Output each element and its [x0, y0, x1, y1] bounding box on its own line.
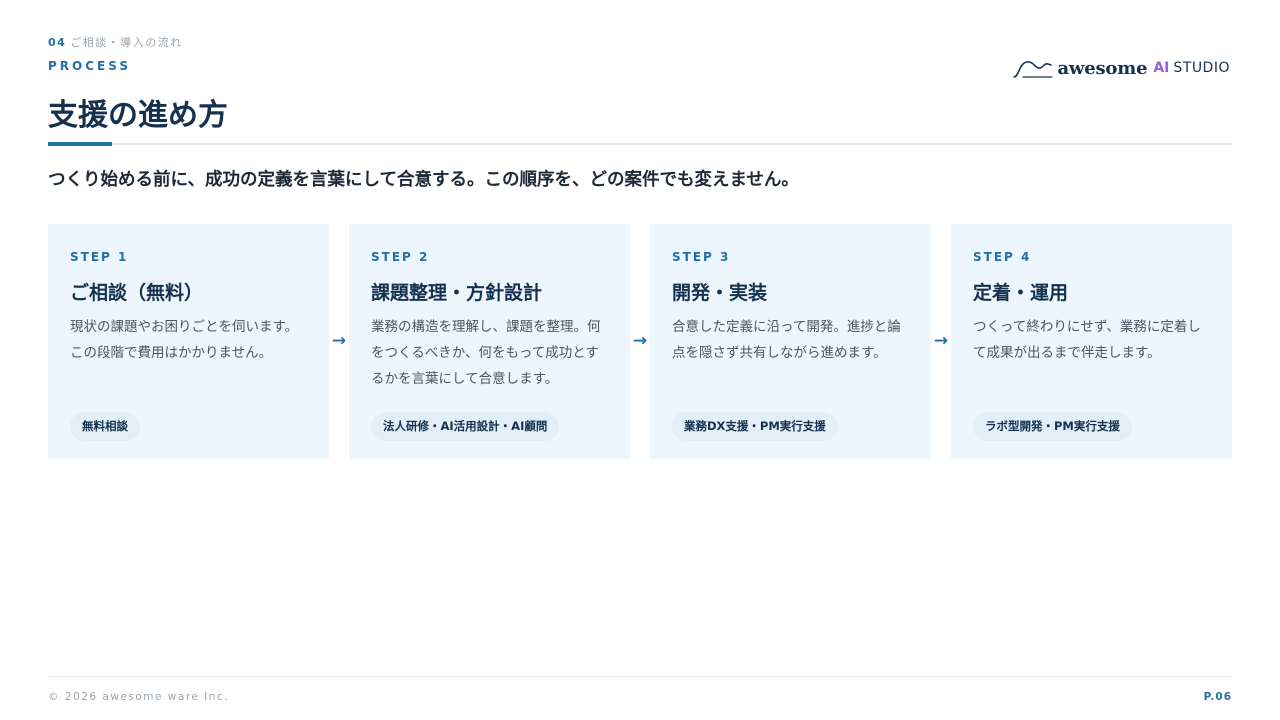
- footer-copyright: © 2026 awesome ware Inc.: [48, 691, 230, 703]
- step-service-tag: ラボ型開発・PM実行支援: [973, 412, 1132, 441]
- step-label: STEP 2: [371, 250, 430, 264]
- step-description: 合意した定義に沿って開発。進捗と論点を隠さず共有しながら進めます。: [672, 319, 901, 361]
- step-service-tag: 法人研修・AI活用設計・AI顧問: [371, 412, 560, 441]
- step-label: STEP 4: [973, 250, 1032, 264]
- company-logo: awesome AI STUDIO: [1013, 56, 1230, 80]
- step-description: 業務の構造を理解し、課題を整理。何をつくるべきか、何をもって成功とするかを言葉に…: [371, 319, 601, 387]
- logo-ai: AI: [1153, 60, 1170, 76]
- footer-divider: [48, 676, 1232, 677]
- process-steps: STEP 1 ご相談（無料） 現状の課題やお困りごとを伺います。この段階で費用は…: [48, 224, 1232, 459]
- step-service-tag: 業務DX支援・PM実行支援: [672, 412, 838, 441]
- page-number: P.06: [1203, 691, 1232, 703]
- logo-studio: STUDIO: [1173, 60, 1230, 76]
- step-card-1: STEP 1 ご相談（無料） 現状の課題やお困りごとを伺います。この段階で費用は…: [48, 224, 329, 459]
- arrow-right-icon: →: [632, 331, 648, 351]
- step-label: STEP 1: [70, 250, 129, 264]
- step-service-tag: 無料相談: [70, 412, 140, 441]
- section-kicker: PROCESS: [48, 59, 131, 73]
- title-divider: [48, 143, 1232, 145]
- step-heading: 開発・実装: [672, 282, 768, 304]
- step-heading: ご相談（無料）: [70, 282, 204, 304]
- page-title: 支援の進め方: [48, 98, 228, 133]
- wave-logo-icon: [1013, 61, 1054, 78]
- step-description: 現状の課題やお困りごとを伺います。この段階で費用はかかりません。: [70, 319, 299, 361]
- section-number: 04: [48, 36, 67, 49]
- lead-statement: つくり始める前に、成功の定義を言葉にして合意する。この順序を、どの案件でも変えま…: [48, 170, 799, 190]
- arrow-right-icon: →: [933, 331, 949, 351]
- section-label: ご相談・導入の流れ: [70, 36, 183, 49]
- title-divider-accent: [48, 142, 112, 146]
- section-eyebrow: 04 ご相談・導入の流れ: [48, 34, 183, 50]
- logo-brand: awesome: [1057, 57, 1148, 79]
- step-label: STEP 3: [672, 250, 731, 264]
- step-heading: 課題整理・方針設計: [371, 282, 543, 304]
- step-heading: 定着・運用: [973, 282, 1069, 304]
- step-card-4: STEP 4 定着・運用 つくって終わりにせず、業務に定着して成果が出るまで伴走…: [951, 224, 1232, 459]
- step-description: つくって終わりにせず、業務に定着して成果が出るまで伴走します。: [973, 319, 1201, 361]
- arrow-right-icon: →: [331, 331, 347, 351]
- step-card-3: STEP 3 開発・実装 合意した定義に沿って開発。進捗と論点を隠さず共有しなが…: [650, 224, 931, 459]
- step-card-2: STEP 2 課題整理・方針設計 業務の構造を理解し、課題を整理。何をつくるべき…: [349, 224, 630, 459]
